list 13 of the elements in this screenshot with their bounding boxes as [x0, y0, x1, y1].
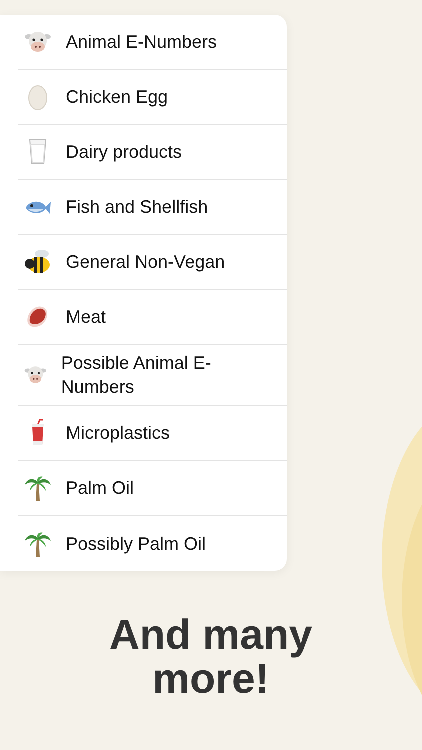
headline: And many more!	[108, 613, 314, 701]
category-label: Dairy products	[66, 141, 184, 164]
category-label: Chicken Egg	[66, 86, 170, 109]
bee-icon	[24, 248, 52, 276]
category-label: Meat	[66, 306, 108, 329]
category-label: Palm Oil	[66, 477, 136, 500]
category-label: Fish and Shellfish	[66, 196, 210, 219]
category-label: General Non-Vegan	[66, 251, 226, 274]
category-label: Possibly Palm Oil	[66, 532, 208, 556]
category-label: Microplastics	[66, 422, 172, 445]
category-label: Possible Animal E-Numbers	[61, 352, 212, 399]
palm-tree-icon	[24, 474, 52, 502]
category-label: Animal E-Numbers	[66, 31, 218, 54]
